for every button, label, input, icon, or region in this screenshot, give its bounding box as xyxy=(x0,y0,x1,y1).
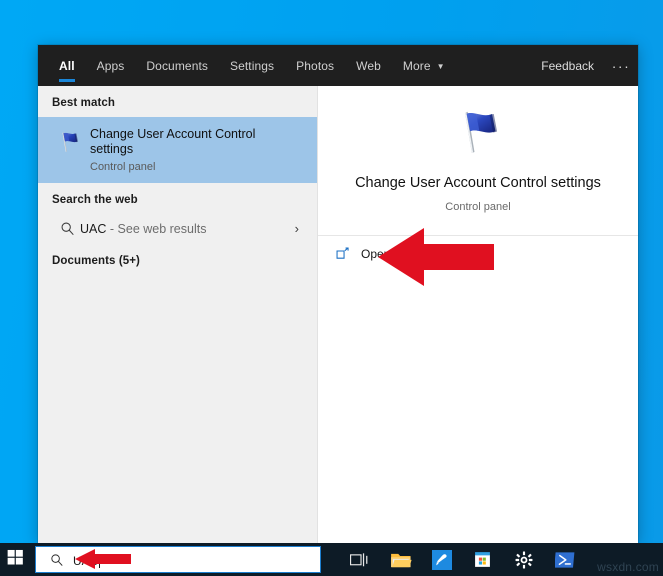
search-content: Best match Change User Account Control s… xyxy=(38,86,638,543)
feedback-button[interactable]: Feedback xyxy=(531,45,604,86)
result-item-title: Change User Account Control settings xyxy=(90,127,256,156)
taskbar: UAC wsxdn.com xyxy=(0,543,663,576)
powershell-icon[interactable] xyxy=(544,543,585,576)
web-result-query: UAC xyxy=(80,221,107,236)
feedback-label: Feedback xyxy=(541,58,594,73)
tab-documents-label: Documents xyxy=(146,58,208,73)
tab-more-label: More xyxy=(402,58,431,73)
result-item-subtitle: Control panel xyxy=(90,161,156,173)
chevron-right-icon: › xyxy=(294,221,299,236)
tab-documents[interactable]: Documents xyxy=(135,45,219,86)
task-view-icon[interactable] xyxy=(339,543,380,576)
preview-subtitle: Control panel xyxy=(445,201,511,213)
tab-web-label: Web xyxy=(356,58,381,73)
search-the-web-header: Search the web xyxy=(52,194,138,206)
web-result-suffix: - See web results xyxy=(109,221,207,236)
settings-gear-icon[interactable] xyxy=(503,543,544,576)
open-action-label: Open xyxy=(361,247,391,261)
tab-web[interactable]: Web xyxy=(345,45,392,86)
tab-all-label: All xyxy=(59,58,75,73)
tab-more[interactable]: More ▼ xyxy=(392,45,456,86)
documents-header: Documents (5+) xyxy=(52,255,140,267)
tab-bar-spacer xyxy=(456,45,532,86)
result-item-change-uac-settings[interactable]: Change User Account Control settings Con… xyxy=(38,117,317,183)
tab-photos-label: Photos xyxy=(296,58,335,73)
tab-apps[interactable]: Apps xyxy=(86,45,136,86)
tab-photos[interactable]: Photos xyxy=(285,45,345,86)
search-icon xyxy=(54,221,80,236)
paint-icon[interactable] xyxy=(421,543,462,576)
tab-apps-label: Apps xyxy=(96,58,125,73)
windows-search-panel: All Apps Documents Settings Photos Web M… xyxy=(38,45,638,543)
web-result-item[interactable]: UAC - See web results › xyxy=(38,214,317,244)
web-result-label: UAC - See web results xyxy=(80,222,295,236)
search-results-pane: Best match Change User Account Control s… xyxy=(38,86,318,543)
tab-settings-label: Settings xyxy=(230,58,275,73)
watermark-text: wsxdn.com xyxy=(597,560,659,574)
preview-hero: Change User Account Control settings Con… xyxy=(318,86,638,213)
preview-title: Change User Account Control settings xyxy=(355,175,601,191)
ellipsis-icon: ··· xyxy=(611,57,631,74)
overflow-menu-button[interactable]: ··· xyxy=(604,45,638,86)
text-caret xyxy=(99,554,101,568)
chevron-down-icon: ▼ xyxy=(436,61,445,71)
open-external-icon xyxy=(336,247,350,261)
open-action-button[interactable]: Open xyxy=(318,236,638,272)
microsoft-store-icon[interactable] xyxy=(462,543,503,576)
search-tab-bar: All Apps Documents Settings Photos Web M… xyxy=(38,45,638,86)
windows-logo-icon xyxy=(7,549,24,571)
tab-settings[interactable]: Settings xyxy=(219,45,285,86)
taskbar-pinned-apps xyxy=(339,543,585,576)
taskbar-search-value-wrap: UAC xyxy=(73,551,101,568)
blue-flag-icon xyxy=(52,126,86,158)
taskbar-search-value: UAC xyxy=(73,554,99,568)
best-match-header: Best match xyxy=(52,97,115,109)
blue-flag-icon xyxy=(448,104,508,160)
start-button[interactable] xyxy=(0,543,31,576)
search-preview-pane: Change User Account Control settings Con… xyxy=(318,86,638,543)
taskbar-search-input[interactable]: UAC xyxy=(35,546,321,573)
tab-all[interactable]: All xyxy=(48,45,86,86)
file-explorer-icon[interactable] xyxy=(380,543,421,576)
result-item-text: Change User Account Control settings Con… xyxy=(90,126,275,173)
search-icon xyxy=(50,553,64,567)
